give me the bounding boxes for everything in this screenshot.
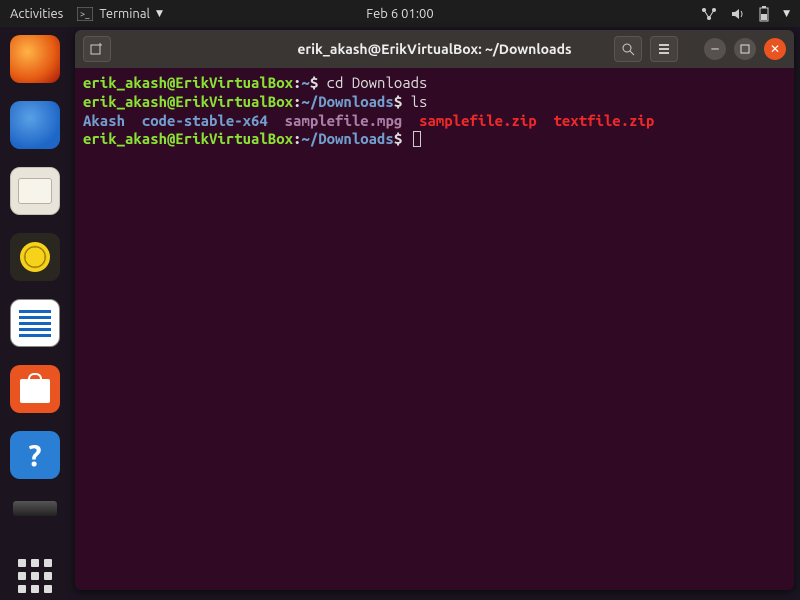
search-icon (621, 42, 635, 56)
dock-ubuntu-software[interactable] (10, 365, 60, 413)
battery-icon[interactable] (759, 6, 769, 22)
hamburger-icon (657, 42, 671, 56)
terminal-icon: >_ (77, 7, 93, 21)
dock: ? (0, 27, 70, 600)
cursor (413, 131, 421, 147)
dock-libreoffice-writer[interactable] (10, 299, 60, 347)
app-menu[interactable]: >_ Terminal ▼ (77, 7, 163, 21)
maximize-icon (740, 44, 750, 54)
dock-external-drive[interactable] (13, 501, 57, 516)
new-tab-icon (90, 42, 104, 56)
chevron-down-icon: ▼ (156, 8, 163, 19)
titlebar[interactable]: erik_akash@ErikVirtualBox: ~/Downloads ─… (75, 30, 794, 68)
terminal-line: erik_akash@ErikVirtualBox:~$ cd Download… (83, 74, 786, 93)
dock-show-applications[interactable] (10, 552, 60, 600)
dock-help[interactable]: ? (10, 431, 60, 479)
system-menu-chevron-icon[interactable]: ▼ (783, 8, 790, 19)
top-bar: Activities >_ Terminal ▼ Feb 6 01:00 ▼ (0, 0, 800, 27)
search-button[interactable] (614, 36, 642, 62)
activities-button[interactable]: Activities (10, 7, 63, 21)
volume-icon[interactable] (731, 7, 745, 21)
network-icon[interactable] (701, 7, 717, 21)
command-text: cd Downloads (327, 74, 428, 91)
window-title: erik_akash@ErikVirtualBox: ~/Downloads (297, 41, 571, 57)
svg-text:>_: >_ (80, 9, 90, 19)
dock-files[interactable] (10, 167, 60, 215)
clock[interactable]: Feb 6 01:00 (366, 7, 433, 21)
prompt-path: ~ (301, 74, 309, 91)
app-menu-label: Terminal (99, 7, 150, 21)
ls-output: Akash code-stable-x64 samplefile.mpg sam… (83, 112, 786, 131)
terminal-window: erik_akash@ErikVirtualBox: ~/Downloads ─… (75, 30, 794, 590)
dock-rhythmbox[interactable] (10, 233, 60, 281)
minimize-button[interactable]: ─ (704, 38, 726, 60)
new-tab-button[interactable] (83, 36, 111, 62)
dock-firefox[interactable] (10, 35, 60, 83)
close-button[interactable]: ✕ (764, 38, 786, 60)
maximize-button[interactable] (734, 38, 756, 60)
terminal-line: erik_akash@ErikVirtualBox:~/Downloads$ l… (83, 93, 786, 112)
apps-grid-icon (18, 559, 52, 593)
dock-thunderbird[interactable] (10, 101, 60, 149)
hamburger-menu-button[interactable] (650, 36, 678, 62)
terminal-line: erik_akash@ErikVirtualBox:~/Downloads$ (83, 130, 786, 149)
terminal-body[interactable]: erik_akash@ErikVirtualBox:~$ cd Download… (75, 68, 794, 155)
prompt-user: erik_akash@ErikVirtualBox (83, 74, 293, 91)
